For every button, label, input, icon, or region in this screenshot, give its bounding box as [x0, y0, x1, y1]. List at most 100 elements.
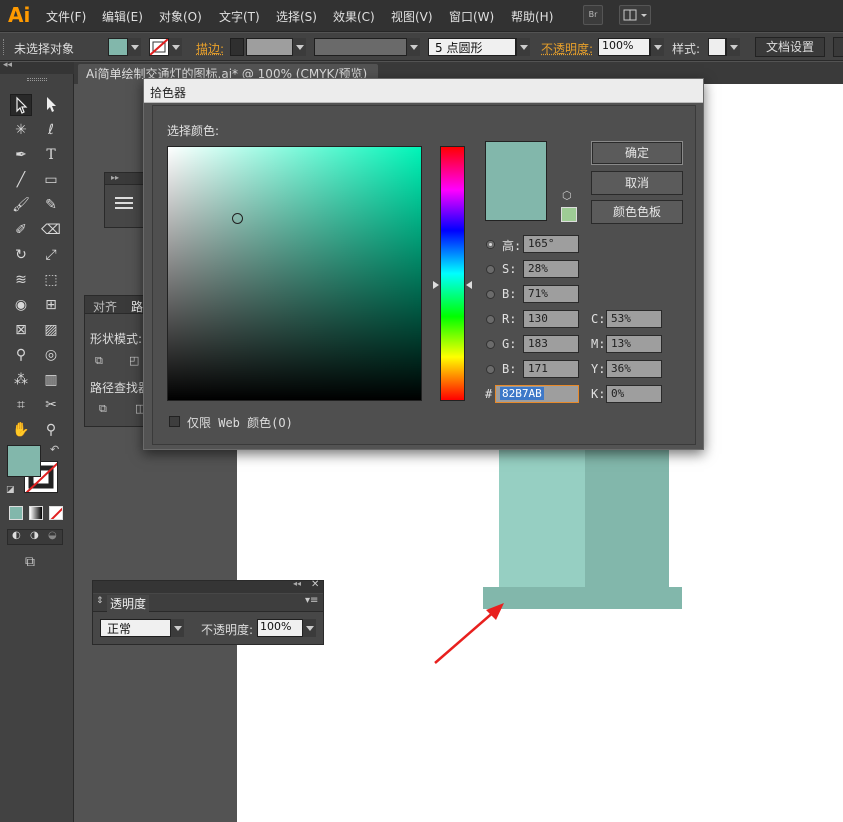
color-cursor[interactable]	[232, 213, 243, 224]
tab-pathfinder[interactable]: 路	[131, 298, 143, 315]
unite-icon[interactable]: ⧉	[95, 354, 103, 368]
selection-tool-icon[interactable]	[10, 94, 32, 116]
blue-input[interactable]: 171	[523, 360, 579, 378]
hue-slider[interactable]	[440, 146, 465, 401]
opacity-input[interactable]: 100%	[598, 38, 650, 56]
pen-tool-icon[interactable]: ✒	[10, 144, 32, 166]
pencil-tool-icon[interactable]: ✎	[40, 194, 62, 216]
out-of-gamut-icon[interactable]: ⬡	[562, 189, 572, 202]
panel-menu-icon[interactable]: ▾≡	[305, 595, 318, 606]
menu-object[interactable]: 对象(O)	[159, 8, 202, 25]
menu-view[interactable]: 视图(V)	[391, 8, 433, 25]
brush-definition[interactable]: 5 点圆形	[428, 38, 516, 56]
draw-normal-icon[interactable]: ◐	[12, 530, 21, 541]
color-mode-icon[interactable]	[9, 506, 23, 520]
fill-swatch[interactable]	[108, 38, 128, 56]
menu-file[interactable]: 文件(F)	[46, 8, 86, 25]
type-tool-icon[interactable]: T	[40, 144, 62, 166]
none-mode-icon[interactable]	[49, 506, 63, 520]
green-radio[interactable]	[486, 340, 495, 349]
panel-options-icon[interactable]: ⇕	[96, 596, 104, 606]
draw-behind-icon[interactable]: ◑	[30, 530, 39, 541]
screen-mode-icon[interactable]: ⧉	[25, 554, 35, 570]
lasso-tool-icon[interactable]: ℓ	[40, 119, 62, 141]
eraser-tool-icon[interactable]: ⌫	[40, 219, 62, 241]
mesh-tool-icon[interactable]: ⊠	[10, 319, 32, 341]
collapse-icon[interactable]: ◂◂	[293, 579, 301, 588]
style-dropdown[interactable]	[726, 38, 740, 56]
shape-builder-tool-icon[interactable]: ◉	[10, 294, 32, 316]
draw-inside-icon[interactable]: ◒	[48, 530, 57, 541]
magic-wand-tool-icon[interactable]: ✳	[10, 119, 32, 141]
stroke-weight-dropdown[interactable]	[292, 38, 306, 56]
blend-mode-dropdown[interactable]	[170, 619, 184, 637]
profile-dropdown[interactable]	[406, 38, 420, 56]
paintbrush-tool-icon[interactable]: 🖌	[10, 194, 32, 216]
hand-tool-icon[interactable]: ✋	[10, 419, 32, 441]
gradient-mode-icon[interactable]	[29, 506, 43, 520]
menu-type[interactable]: 文字(T)	[219, 8, 260, 25]
transparency-opacity-input[interactable]: 100%	[257, 619, 303, 637]
blend-mode-select[interactable]: 正常	[100, 619, 172, 637]
line-tool-icon[interactable]: ╱	[10, 169, 32, 191]
blend-tool-icon[interactable]: ◎	[40, 344, 62, 366]
blob-brush-tool-icon[interactable]: ✐	[10, 219, 32, 241]
blue-radio[interactable]	[486, 365, 495, 374]
opacity-label[interactable]: 不透明度:	[541, 40, 593, 57]
red-radio[interactable]	[486, 315, 495, 324]
stroke-label[interactable]: 描边:	[196, 40, 224, 57]
black-input[interactable]: 0%	[606, 385, 662, 403]
close-icon[interactable]: ✕	[311, 579, 319, 590]
tab-align[interactable]: 对齐	[93, 298, 117, 315]
zoom-tool-icon[interactable]: ⚲	[40, 419, 62, 441]
ok-button[interactable]: 确定	[591, 141, 683, 165]
bridge-button[interactable]: Br	[583, 5, 603, 25]
panel-menu-icon[interactable]	[115, 197, 133, 199]
preferences-button[interactable]	[833, 37, 843, 57]
width-tool-icon[interactable]: ≋	[10, 269, 32, 291]
color-swatches-button[interactable]: 颜色色板	[591, 200, 683, 224]
saturation-input[interactable]: 28%	[523, 260, 579, 278]
menu-edit[interactable]: 编辑(E)	[102, 8, 143, 25]
eyedropper-tool-icon[interactable]: ⚲	[10, 344, 32, 366]
fill-color-box[interactable]	[7, 445, 41, 477]
dialog-title[interactable]: 拾色器	[144, 79, 703, 103]
web-only-checkbox[interactable]	[169, 416, 180, 427]
variable-width-profile[interactable]	[314, 38, 408, 56]
pillar-dark-face[interactable]	[585, 450, 669, 587]
tab-transparency[interactable]: 透明度	[107, 595, 149, 612]
column-graph-tool-icon[interactable]: ▥	[40, 369, 62, 391]
collapse-icon[interactable]: ◂◂	[3, 60, 12, 70]
pillar-light-face[interactable]	[499, 450, 585, 587]
gradient-tool-icon[interactable]: ▨	[40, 319, 62, 341]
symbol-sprayer-tool-icon[interactable]: ⁂	[10, 369, 32, 391]
hue-radio[interactable]	[486, 240, 495, 249]
stroke-weight-input[interactable]	[246, 38, 294, 56]
magenta-input[interactable]: 13%	[606, 335, 662, 353]
hex-input[interactable]: 82B7AB	[495, 385, 579, 403]
arrange-documents-button[interactable]	[619, 5, 651, 25]
hue-slider-right-handle[interactable]	[466, 281, 472, 289]
brightness-radio[interactable]	[486, 290, 495, 299]
direct-selection-tool-icon[interactable]	[40, 94, 62, 116]
brush-dropdown[interactable]	[516, 38, 530, 56]
perspective-grid-tool-icon[interactable]: ⊞	[40, 294, 62, 316]
cyan-input[interactable]: 53%	[606, 310, 662, 328]
fill-dropdown-arrow[interactable]	[127, 38, 141, 56]
brightness-input[interactable]: 71%	[523, 285, 579, 303]
collapsed-panel-header[interactable]: ▸▸	[105, 173, 143, 185]
green-input[interactable]: 183	[523, 335, 579, 353]
pillar-base[interactable]	[483, 587, 682, 609]
slice-tool-icon[interactable]: ✂	[40, 394, 62, 416]
web-only-label[interactable]: 仅限 Web 颜色(O)	[187, 414, 293, 431]
free-transform-tool-icon[interactable]: ⬚	[40, 269, 62, 291]
opacity-dropdown[interactable]	[650, 38, 664, 56]
cancel-button[interactable]: 取消	[591, 171, 683, 195]
hue-slider-left-handle[interactable]	[433, 281, 439, 289]
yellow-input[interactable]: 36%	[606, 360, 662, 378]
stroke-dropdown-arrow[interactable]	[168, 38, 182, 56]
rotate-tool-icon[interactable]: ↻	[10, 244, 32, 266]
menu-help[interactable]: 帮助(H)	[511, 8, 553, 25]
saturation-brightness-field[interactable]	[167, 146, 422, 401]
scale-tool-icon[interactable]: ⤢	[40, 244, 62, 266]
